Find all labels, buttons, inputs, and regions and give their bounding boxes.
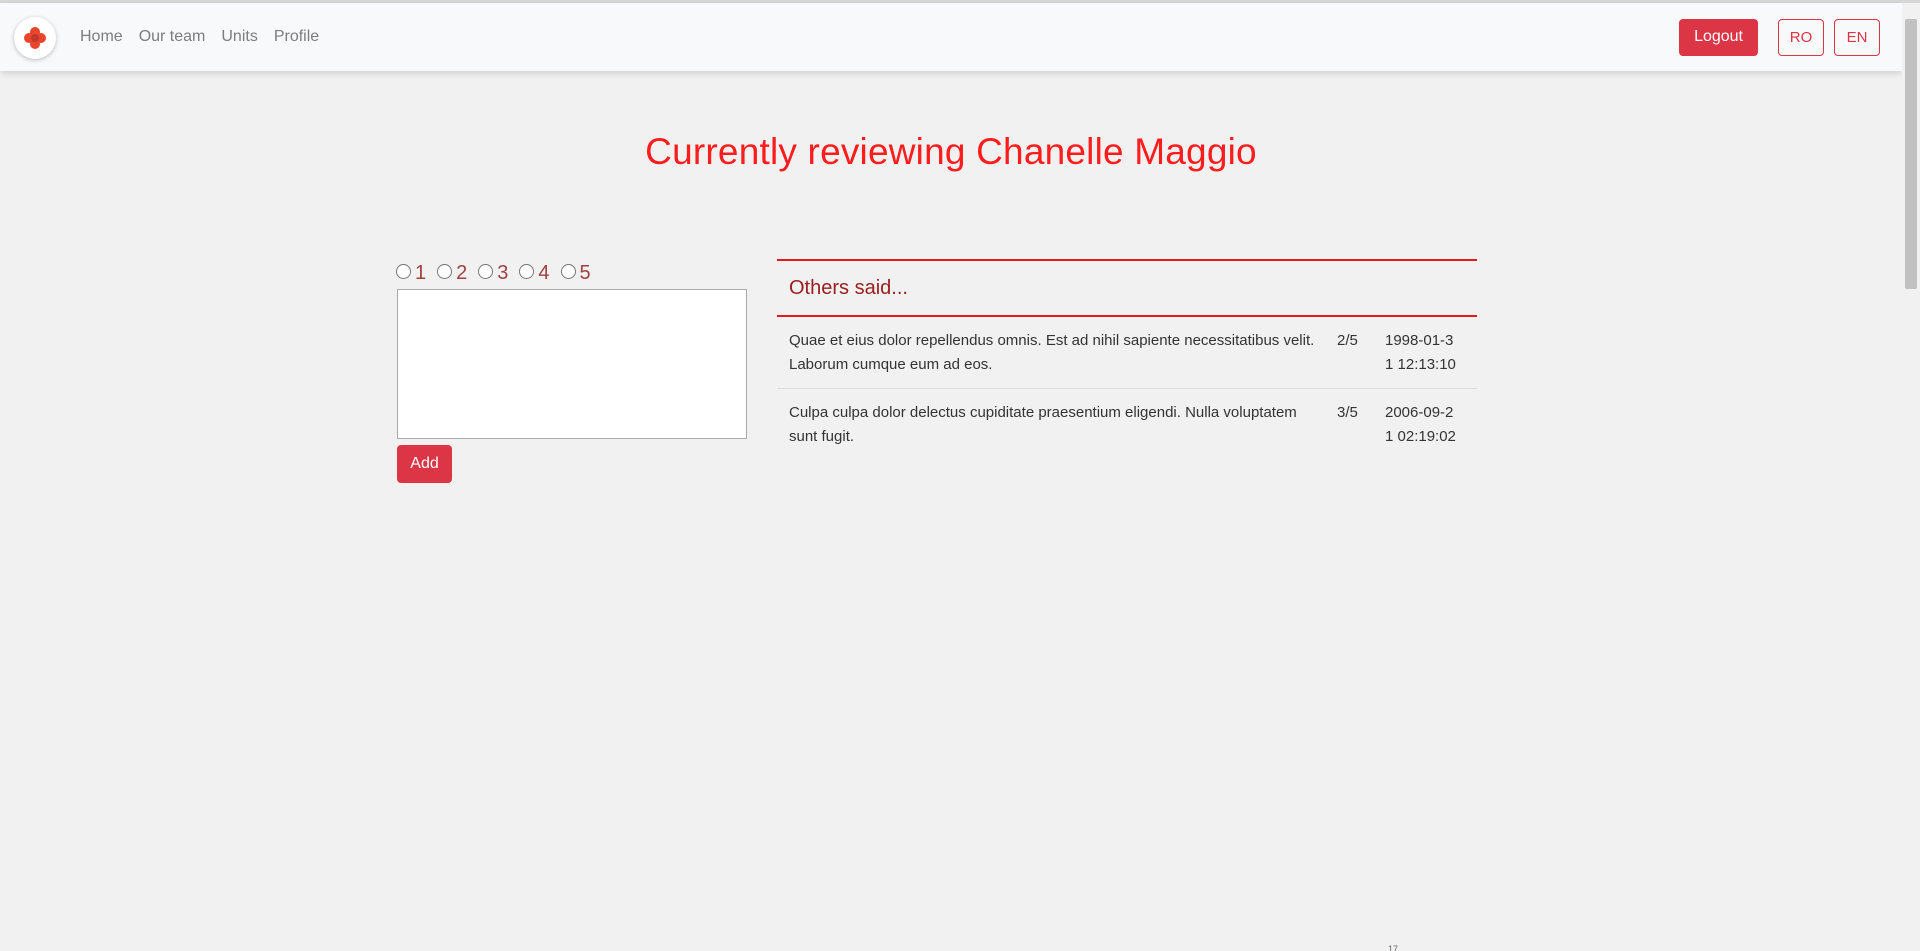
rating-label-4: 4	[538, 262, 550, 284]
footer-mark: 17	[1388, 944, 1399, 951]
rating-option-4[interactable]: 4	[519, 262, 550, 285]
review-score: 2/5	[1337, 332, 1358, 349]
review-date: 1998-01-31 12:13:10	[1385, 332, 1456, 373]
nav-link-units[interactable]: Units	[221, 28, 257, 46]
review-row: Quae et eius dolor repellendus omnis. Es…	[777, 317, 1477, 389]
nav-link-profile[interactable]: Profile	[274, 28, 319, 46]
rating-option-5[interactable]: 5	[560, 262, 591, 285]
rating-radio-2[interactable]	[437, 264, 453, 279]
review-text: Culpa culpa dolor delectus cupiditate pr…	[789, 404, 1297, 445]
rating-radio-4[interactable]	[519, 264, 535, 279]
rating-option-2[interactable]: 2	[437, 262, 467, 285]
review-score: 3/5	[1337, 404, 1358, 421]
rating-label-3: 3	[497, 262, 509, 284]
add-review-button[interactable]: Add	[397, 445, 452, 483]
review-date: 2006-09-21 02:19:02	[1385, 404, 1456, 445]
rating-option-1[interactable]: 1	[396, 262, 426, 285]
nav-link-home[interactable]: Home	[80, 28, 123, 46]
language-en-button[interactable]: EN	[1834, 18, 1880, 56]
page: Home Our team Units Profile Logout RO EN…	[0, 0, 1920, 951]
navbar: Home Our team Units Profile Logout RO EN	[0, 3, 1902, 71]
nav-link-our-team[interactable]: Our team	[139, 28, 206, 46]
page-scrollbar[interactable]	[1902, 3, 1920, 951]
medical-cross-icon	[24, 27, 46, 49]
nav-actions: Logout RO EN	[1679, 3, 1880, 71]
others-heading: Others said...	[777, 259, 1477, 317]
rating-radio-3[interactable]	[478, 264, 494, 279]
scrollbar-thumb[interactable]	[1905, 19, 1917, 289]
brand-logo[interactable]	[14, 17, 56, 59]
logout-button[interactable]: Logout	[1679, 18, 1758, 56]
rating-label-1: 1	[415, 262, 427, 284]
rating-radio-5[interactable]	[560, 264, 576, 279]
language-ro-button[interactable]: RO	[1778, 18, 1824, 56]
rating-radio-1[interactable]	[396, 264, 411, 279]
rating-option-3[interactable]: 3	[478, 262, 508, 285]
review-textarea[interactable]	[397, 289, 747, 439]
rating-options: 1 2 3 4 5	[396, 262, 602, 285]
others-reviews-table: Others said... Quae et eius dolor repell…	[777, 259, 1477, 460]
page-title: Currently reviewing Chanelle Maggio	[645, 131, 1257, 172]
review-row: Culpa culpa dolor delectus cupiditate pr…	[777, 389, 1477, 460]
rating-label-5: 5	[579, 262, 591, 284]
rating-label-2: 2	[456, 262, 468, 284]
review-text: Quae et eius dolor repellendus omnis. Es…	[789, 332, 1315, 373]
nav-links: Home Our team Units Profile	[80, 3, 335, 71]
